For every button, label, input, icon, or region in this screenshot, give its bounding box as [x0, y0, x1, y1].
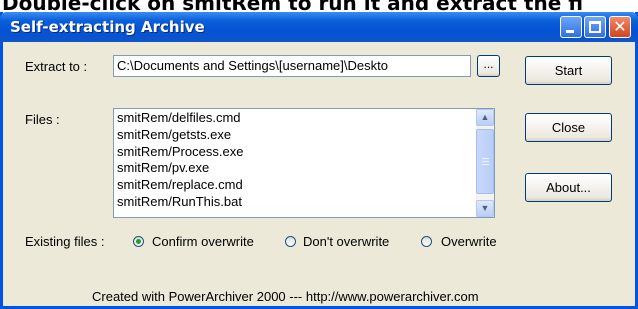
browse-button[interactable]: ...	[477, 55, 500, 77]
thumb-grip-line	[482, 158, 489, 159]
scroll-up-button[interactable]: ▲	[476, 109, 494, 126]
overwrite-label[interactable]: Overwrite	[441, 234, 497, 249]
extract-path-input[interactable]: C:\Documents and Settings\[username]\Des…	[113, 55, 471, 77]
list-item[interactable]: smitRem/replace.cmd	[117, 177, 243, 194]
dont-overwrite-radio[interactable]	[285, 236, 296, 247]
chevron-down-icon: ▼	[480, 203, 490, 213]
files-label: Files :	[25, 112, 60, 127]
thumb-grip-line	[482, 161, 489, 162]
list-item[interactable]: smitRem/Process.exe	[117, 144, 243, 161]
extract-to-label: Extract to :	[25, 59, 88, 74]
confirm-overwrite-radio[interactable]	[133, 236, 144, 247]
maximize-button[interactable]	[584, 16, 606, 38]
overwrite-radio[interactable]	[421, 236, 432, 247]
files-scrollbar[interactable]: ▲ ▼	[476, 109, 494, 217]
about-button[interactable]: About...	[525, 173, 612, 202]
dont-overwrite-label[interactable]: Don't overwrite	[303, 234, 389, 249]
scroll-thumb[interactable]	[476, 129, 494, 194]
scroll-down-button[interactable]: ▼	[476, 200, 494, 217]
start-button[interactable]: Start	[525, 56, 612, 85]
files-list-items: smitRem/delfiles.cmd smitRem/getsts.exe sm…	[117, 110, 243, 211]
list-item[interactable]: smitRem/delfiles.cmd	[117, 110, 243, 127]
minimize-button[interactable]	[560, 16, 582, 38]
title-bar[interactable]: Self-extracting Archive ✕	[0, 12, 638, 42]
radio-selected-dot	[136, 239, 141, 244]
list-item[interactable]: smitRem/pv.exe	[117, 160, 243, 177]
minimize-icon	[566, 30, 574, 33]
files-list[interactable]: smitRem/delfiles.cmd smitRem/getsts.exe sm…	[113, 108, 495, 218]
chevron-up-icon: ▲	[480, 112, 490, 122]
confirm-overwrite-label[interactable]: Confirm overwrite	[152, 234, 254, 249]
close-icon: ✕	[613, 17, 627, 36]
existing-files-label: Existing files :	[25, 234, 105, 249]
maximize-icon	[589, 21, 601, 33]
footer-credit: Created with PowerArchiver 2000 --- http…	[92, 289, 479, 304]
list-item[interactable]: smitRem/RunThis.bat	[117, 194, 243, 211]
close-window-button[interactable]: ✕	[609, 16, 631, 38]
thumb-grip-line	[482, 164, 489, 165]
list-item[interactable]: smitRem/getsts.exe	[117, 127, 243, 144]
close-button[interactable]: Close	[525, 113, 612, 142]
window-title: Self-extracting Archive	[10, 18, 205, 36]
